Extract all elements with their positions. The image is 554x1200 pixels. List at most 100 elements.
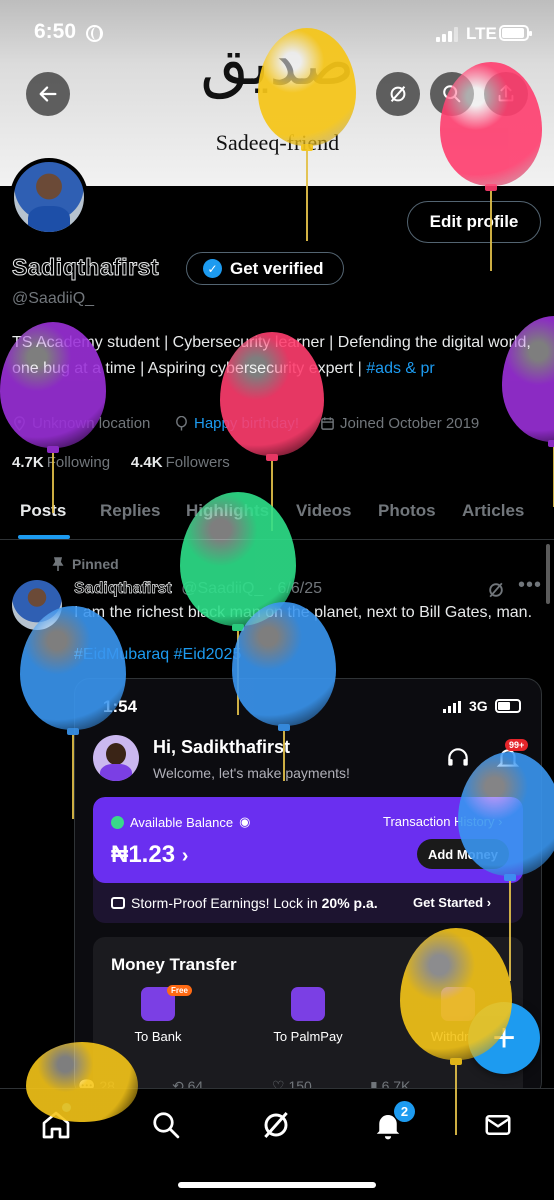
profile-bio: TS Academy student | Cybersecurity learn… xyxy=(12,330,547,382)
embed-signal-icon xyxy=(443,701,465,713)
embed-time: 1:54 xyxy=(103,697,138,716)
birthday-text[interactable]: Happy birthday! xyxy=(194,415,299,432)
pinned-label: Pinned xyxy=(52,556,119,572)
profile-handle: @SaadiiQ_ xyxy=(12,290,95,307)
search-icon xyxy=(443,85,461,103)
available-balance: Available Balance ◉ xyxy=(111,814,250,830)
nav-search[interactable] xyxy=(148,1107,184,1143)
display-name: Sadiqthafirst xyxy=(11,254,160,281)
add-money-button: Add Money xyxy=(417,839,509,869)
grok-icon xyxy=(264,1112,288,1138)
money-transfer-card: Money Transfer Free To Bank To PalmPay W… xyxy=(93,937,523,1097)
tab-highlights[interactable]: Highlights xyxy=(186,501,269,521)
home-unread-dot xyxy=(62,1103,71,1112)
headset-icon xyxy=(448,748,468,766)
compose-button[interactable]: + xyxy=(468,1002,540,1074)
location-meta: Unknown location xyxy=(12,415,150,432)
to-bank-option: Free To Bank xyxy=(113,985,203,1044)
to-palmpay-option: To PalmPay xyxy=(263,987,353,1044)
pinned-text: Pinned xyxy=(72,556,119,572)
eye-icon: ◉ xyxy=(239,814,251,829)
bio-text: TS Academy student | Cybersecurity learn… xyxy=(12,334,531,377)
profile-avatar[interactable] xyxy=(10,158,88,236)
post-avatar[interactable] xyxy=(12,580,62,630)
nav-grok[interactable] xyxy=(258,1107,294,1143)
to-palmpay-label: To PalmPay xyxy=(273,1029,343,1044)
notification-count-badge: 2 xyxy=(394,1101,415,1122)
arrow-left-icon xyxy=(39,86,57,102)
share-icon xyxy=(498,84,514,102)
location-text: Unknown location xyxy=(32,415,151,432)
search-icon xyxy=(153,1112,180,1139)
balance-amount: ₦1.23 › xyxy=(111,841,189,868)
joined-text: Joined October 2019 xyxy=(340,415,480,432)
joined-meta: Joined October 2019 xyxy=(320,415,479,432)
birthday-meta[interactable]: Happy birthday! xyxy=(174,415,299,432)
storm-proof-banner: Storm-Proof Earnings! Lock in 20% p.a. xyxy=(111,895,378,911)
status-bar: 6:50 LTE xyxy=(0,0,554,66)
free-badge: Free xyxy=(167,985,192,996)
scrollbar[interactable] xyxy=(546,544,550,604)
post-author[interactable]: Sadiqthafirst xyxy=(74,580,172,598)
battery-icon xyxy=(499,25,532,41)
follow-stats: 4.7K Following 4.4K Followers xyxy=(12,454,230,471)
chevron-circle-icon: › xyxy=(486,895,492,910)
to-bank-label: To Bank xyxy=(134,1029,182,1044)
home-indicator xyxy=(178,1182,376,1188)
balloon-icon xyxy=(176,416,187,431)
share-button[interactable] xyxy=(484,72,528,116)
get-started-link: Get Started › xyxy=(413,895,492,910)
following-link[interactable]: 4.7K Following xyxy=(12,454,110,471)
status-time: 6:50 xyxy=(34,20,77,43)
profile-tabs: Posts Replies Highlights Videos Photos A… xyxy=(0,488,554,540)
withdraw-icon xyxy=(441,987,475,1021)
balance-card: Available Balance ◉ Transaction History … xyxy=(93,797,523,923)
search-button[interactable] xyxy=(430,72,474,116)
grok-icon[interactable] xyxy=(486,580,506,600)
following-label: Following xyxy=(46,454,111,471)
post-header: Sadiqthafirst @SaadiiQ_ · 6/6/25 xyxy=(74,580,322,598)
storm-icon xyxy=(111,897,125,909)
signal-icon xyxy=(436,27,462,42)
back-button[interactable] xyxy=(26,72,70,116)
tab-photos[interactable]: Photos xyxy=(378,501,436,521)
tab-videos[interactable]: Videos xyxy=(296,501,351,521)
network-label: LTE xyxy=(466,24,497,43)
more-options-icon[interactable]: ••• xyxy=(518,574,542,597)
embed-network: 3G xyxy=(469,698,488,714)
bio-hashtag-link[interactable]: #ads & pr xyxy=(366,360,434,377)
nav-messages[interactable] xyxy=(480,1107,516,1143)
money-transfer-title: Money Transfer xyxy=(111,955,237,974)
embed-avatar xyxy=(93,735,139,781)
home-icon xyxy=(42,1111,70,1139)
mail-icon xyxy=(485,1115,511,1135)
transaction-history-link: Transaction History › xyxy=(383,814,503,829)
followers-count: 4.4K xyxy=(130,454,163,471)
grok-button[interactable] xyxy=(376,72,420,116)
banner-caption: Sadeeq-friend xyxy=(215,130,340,155)
nav-home[interactable] xyxy=(38,1107,74,1143)
edit-profile-button[interactable]: Edit profile xyxy=(407,201,541,243)
available-balance-label: Available Balance xyxy=(130,814,234,830)
globe-icon xyxy=(86,25,103,42)
embed-notif-badge: 99+ xyxy=(505,739,529,751)
following-count: 4.7K xyxy=(12,454,44,471)
followers-link[interactable]: 4.4K Followers xyxy=(131,454,230,471)
tab-articles[interactable]: Articles xyxy=(462,501,524,521)
embed-greeting: Hi, Sadikthafirst xyxy=(153,737,291,757)
shield-check-icon xyxy=(111,815,124,829)
tab-posts[interactable]: Posts xyxy=(20,501,66,521)
grok-icon xyxy=(390,86,406,102)
verified-badge-icon: ✓ xyxy=(203,259,222,278)
pin-icon xyxy=(52,557,64,571)
palmpay-icon xyxy=(291,987,325,1021)
get-verified-button[interactable]: ✓ Get verified xyxy=(186,252,344,285)
embed-battery-icon xyxy=(495,699,521,713)
post-handle-date: @SaadiiQ_ · 6/6/25 xyxy=(181,580,323,597)
calendar-icon xyxy=(321,417,334,430)
post-hashtags[interactable]: #EidMubaraq #Eid2025 xyxy=(74,646,241,664)
storm-text: Storm-Proof Earnings! Lock in 20% p.a. xyxy=(131,895,378,911)
chevron-right-icon: › xyxy=(181,845,189,867)
tab-replies[interactable]: Replies xyxy=(100,501,160,521)
balance-card-top: Available Balance ◉ Transaction History … xyxy=(93,797,523,883)
